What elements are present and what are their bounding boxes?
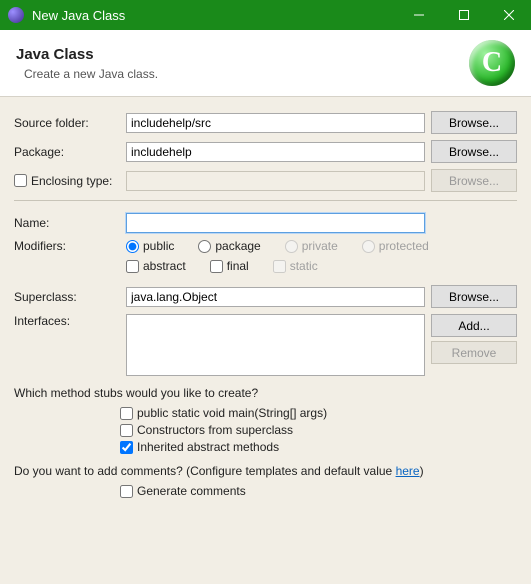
page-description: Create a new Java class. [16,67,158,81]
page-title: Java Class [16,46,158,63]
modifier-private: private [285,239,338,253]
browse-superclass-button[interactable]: Browse... [431,285,517,308]
stub-main[interactable]: public static void main(String[] args) [120,406,517,420]
maximize-button[interactable] [441,0,486,30]
window-title: New Java Class [32,8,396,23]
add-interface-button[interactable]: Add... [431,314,517,337]
modifier-protected: protected [362,239,429,253]
modifiers-label: Modifiers: [14,239,120,253]
modifier-static: static [273,259,318,273]
generate-comments[interactable]: Generate comments [120,484,517,498]
enclosing-type-input [126,171,425,191]
configure-templates-link[interactable]: here [396,464,420,478]
superclass-label: Superclass: [14,290,120,304]
name-label: Name: [14,216,120,230]
source-folder-label: Source folder: [14,116,120,130]
enclosing-type-checkbox[interactable] [14,174,27,187]
package-label: Package: [14,145,120,159]
modifier-final[interactable]: final [210,259,249,273]
name-input[interactable] [126,213,425,233]
source-folder-input[interactable] [126,113,425,133]
interfaces-label: Interfaces: [14,314,120,328]
comments-question: Do you want to add comments? (Configure … [14,464,517,478]
dialog-header: Java Class Create a new Java class. C [0,30,531,97]
browse-source-folder-button[interactable]: Browse... [431,111,517,134]
stub-constructors[interactable]: Constructors from superclass [120,423,517,437]
separator [14,200,517,201]
modifier-package[interactable]: package [198,239,260,253]
superclass-input[interactable] [126,287,425,307]
stub-inherited[interactable]: Inherited abstract methods [120,440,517,454]
class-icon: C [469,40,515,86]
package-input[interactable] [126,142,425,162]
eclipse-icon [8,7,24,23]
method-stubs-question: Which method stubs would you like to cre… [14,386,517,400]
browse-package-button[interactable]: Browse... [431,140,517,163]
modifier-abstract[interactable]: abstract [126,259,186,273]
enclosing-type-label: Enclosing type: [31,174,112,188]
browse-enclosing-type-button: Browse... [431,169,517,192]
modifier-public[interactable]: public [126,239,174,253]
interfaces-list[interactable] [126,314,425,376]
minimize-button[interactable] [396,0,441,30]
remove-interface-button: Remove [431,341,517,364]
close-button[interactable] [486,0,531,30]
titlebar: New Java Class [0,0,531,30]
